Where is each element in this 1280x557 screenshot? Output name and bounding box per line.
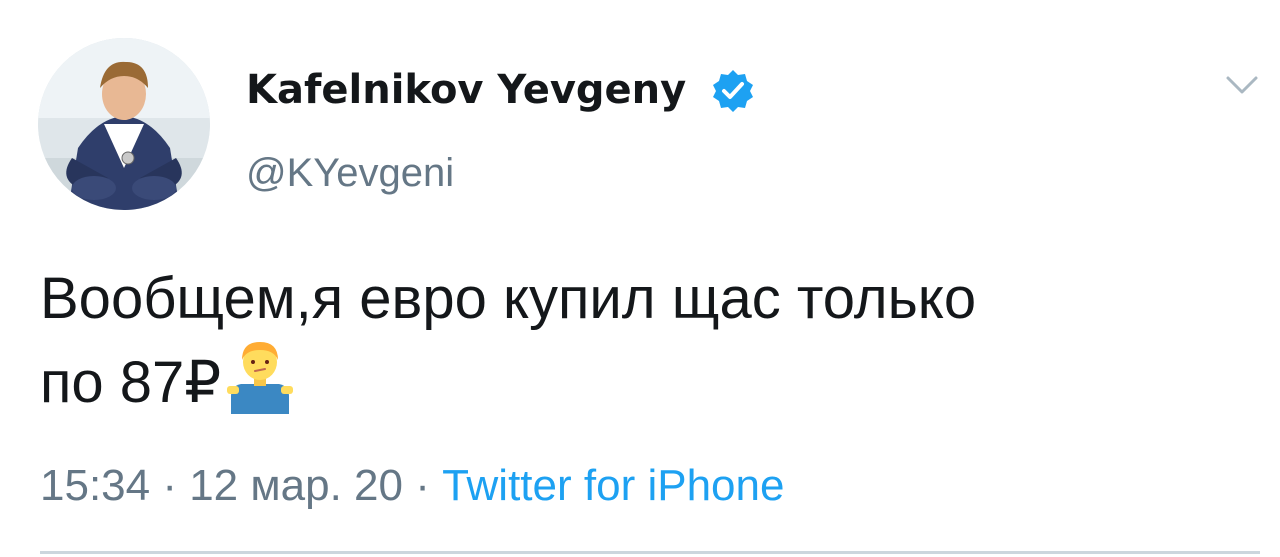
tweet-text-line-2-text: по 87₽ bbox=[40, 350, 222, 415]
display-name[interactable]: Kafelnikov Yevgeny bbox=[246, 64, 686, 116]
chevron-down-icon[interactable] bbox=[1222, 70, 1262, 100]
tweet-text-line-1: Вообщем,я евро купил щас только bbox=[40, 266, 977, 331]
avatar[interactable] bbox=[38, 38, 210, 210]
tweet-meta: 15:34 · 12 мар. 20 · Twitter for iPhone bbox=[40, 458, 784, 514]
verified-badge-icon bbox=[710, 68, 756, 114]
man-shrugging-emoji-icon bbox=[227, 340, 294, 414]
avatar-image bbox=[38, 38, 210, 210]
source-link[interactable]: Twitter for iPhone bbox=[442, 461, 784, 510]
tweet-text-line-2: по 87₽ bbox=[40, 340, 1250, 424]
meta-separator: · bbox=[402, 461, 443, 510]
user-handle[interactable]: @KYevgeni bbox=[246, 148, 454, 198]
divider bbox=[40, 551, 1260, 554]
tweet-card: Kafelnikov Yevgeny @KYevgeni Вообщем,я е… bbox=[0, 0, 1280, 557]
timestamp[interactable]: 15:34 · 12 мар. 20 bbox=[40, 461, 403, 510]
tweet-text: Вообщем,я евро купил щас только по 87₽ bbox=[40, 258, 1250, 424]
